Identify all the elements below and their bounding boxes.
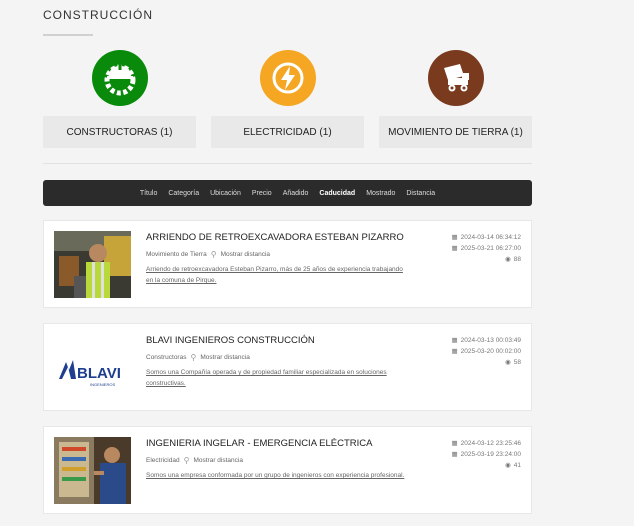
- lightning-icon: [259, 50, 316, 106]
- sort-titulo[interactable]: Título: [140, 190, 158, 197]
- dump-truck-icon: [427, 50, 484, 106]
- title-underline: [43, 34, 93, 36]
- sort-mostrado[interactable]: Mostrado: [366, 190, 395, 197]
- listing-meta: Electricidad ⚲ Mostrar distancia: [146, 456, 243, 465]
- map-pin-icon: ⚲: [190, 353, 197, 362]
- added-date: 2024-03-13 00:03:49: [460, 337, 521, 344]
- listing-card[interactable]: ARRIENDO DE RETROEXCAVADORA ESTEBAN PIZA…: [43, 220, 532, 308]
- sort-precio[interactable]: Precio: [252, 190, 272, 197]
- listing-description[interactable]: Arriendo de retroexcavadora Esteban Piza…: [146, 264, 406, 286]
- listing-card[interactable]: BLAVI INGENIEROS BLAVI INGENIEROS CONSTR…: [43, 323, 532, 411]
- category-movimiento-de-tierra[interactable]: MOVIMIENTO DE TIERRA (1): [379, 50, 532, 148]
- category-label[interactable]: CONSTRUCTORAS (1): [43, 116, 196, 148]
- expires-date: 2025-03-19 23:24:00: [460, 451, 521, 458]
- eye-icon: ◉: [505, 256, 511, 263]
- sort-bar: Título Categoría Ubicación Precio Añadid…: [43, 180, 532, 206]
- expires-date: 2025-03-21 06:27:00: [460, 245, 521, 252]
- calendar-icon: ▦: [451, 245, 458, 252]
- category-constructoras[interactable]: CONSTRUCTORAS (1): [43, 50, 196, 148]
- logo-text: BLAVI: [77, 365, 121, 382]
- expires-date: 2025-03-20 00:02:00: [460, 348, 521, 355]
- map-pin-icon: ⚲: [183, 456, 190, 465]
- listing-card[interactable]: INGENIERIA INGELAR - EMERGENCIA ELÉCTRIC…: [43, 426, 532, 514]
- category-electricidad[interactable]: ELECTRICIDAD (1): [211, 50, 364, 148]
- views-count: 58: [513, 359, 521, 366]
- listing-dates: ▦ 2024-03-14 06:34:12 ▦ 2025-03-21 06:27:0…: [451, 232, 521, 265]
- listing-image[interactable]: [54, 231, 131, 298]
- show-distance-link[interactable]: Mostrar distancia: [200, 354, 250, 361]
- added-date: 2024-03-14 06:34:12: [460, 234, 521, 241]
- listing-title[interactable]: BLAVI INGENIEROS CONSTRUCCIÓN: [146, 335, 315, 346]
- logo-subtext: INGENIEROS: [90, 382, 115, 387]
- show-distance-link[interactable]: Mostrar distancia: [221, 251, 271, 258]
- sort-distancia[interactable]: Distancia: [406, 190, 435, 197]
- eye-icon: ◉: [505, 462, 511, 469]
- listing-category[interactable]: Electricidad: [146, 457, 180, 464]
- calendar-icon: ▦: [451, 337, 458, 344]
- sort-categoria[interactable]: Categoría: [168, 190, 199, 197]
- sort-ubicacion[interactable]: Ubicación: [210, 190, 241, 197]
- calendar-icon: ▦: [451, 451, 458, 458]
- listing-category[interactable]: Constructoras: [146, 354, 186, 361]
- listing-image[interactable]: [54, 437, 131, 504]
- page-title: CONSTRUCCIÓN: [43, 8, 153, 22]
- views-count: 41: [513, 462, 521, 469]
- sort-caducidad[interactable]: Caducidad: [319, 190, 355, 197]
- listing-title[interactable]: ARRIENDO DE RETROEXCAVADORA ESTEBAN PIZA…: [146, 232, 404, 243]
- listing-meta: Constructoras ⚲ Mostrar distancia: [146, 353, 250, 362]
- listing-title[interactable]: INGENIERIA INGELAR - EMERGENCIA ELÉCTRIC…: [146, 438, 372, 449]
- category-label[interactable]: ELECTRICIDAD (1): [211, 116, 364, 148]
- hardhat-gear-icon: [91, 50, 148, 106]
- calendar-icon: ▦: [451, 348, 458, 355]
- show-distance-link[interactable]: Mostrar distancia: [193, 457, 243, 464]
- listing-description[interactable]: Somos una Compañía operada y de propieda…: [146, 367, 406, 389]
- eye-icon: ◉: [505, 359, 511, 366]
- listing-dates: ▦ 2024-03-13 00:03:49 ▦ 2025-03-20 00:02:0…: [451, 335, 521, 368]
- listing-image[interactable]: BLAVI INGENIEROS: [54, 334, 131, 401]
- listing-dates: ▦ 2024-03-12 23:25:46 ▦ 2025-03-19 23:24:0…: [451, 438, 521, 471]
- listing-meta: Movimiento de Tierra ⚲ Mostrar distancia: [146, 250, 270, 259]
- category-label[interactable]: MOVIMIENTO DE TIERRA (1): [379, 116, 532, 148]
- listing-category[interactable]: Movimiento de Tierra: [146, 251, 207, 258]
- map-pin-icon: ⚲: [210, 250, 217, 259]
- divider: [43, 163, 532, 164]
- calendar-icon: ▦: [451, 440, 458, 447]
- views-count: 88: [513, 256, 521, 263]
- calendar-icon: ▦: [451, 234, 458, 241]
- listing-description[interactable]: Somos una empresa conformada por un grup…: [146, 470, 406, 481]
- sort-anadido[interactable]: Añadido: [283, 190, 309, 197]
- added-date: 2024-03-12 23:25:46: [460, 440, 521, 447]
